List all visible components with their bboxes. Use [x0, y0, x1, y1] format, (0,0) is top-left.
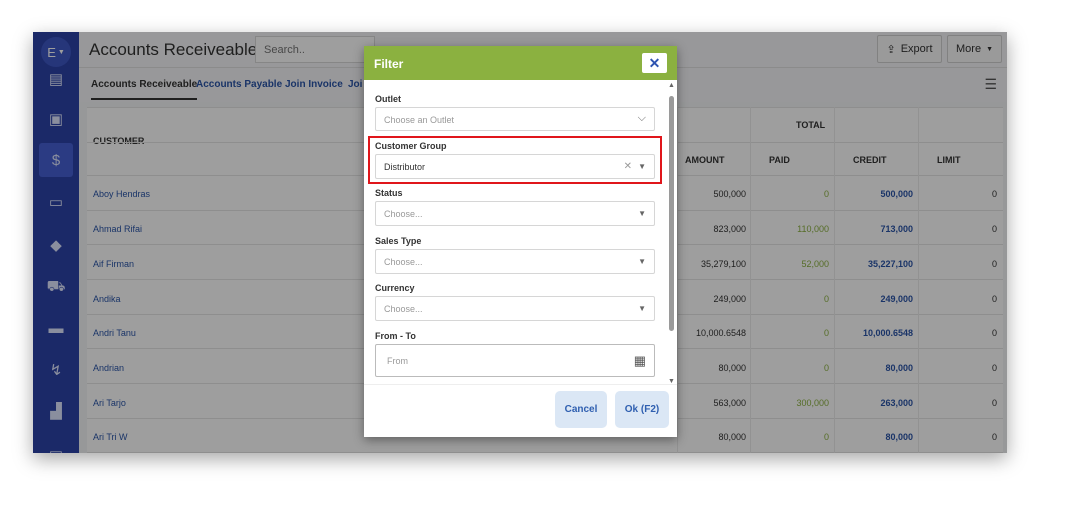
chevron-down-icon: ▼ — [638, 209, 646, 218]
customer-group-select[interactable]: Distributor ✕ ▼ — [375, 154, 655, 179]
modal-footer-divider — [364, 384, 677, 385]
calendar-icon[interactable]: ▦ — [634, 353, 646, 369]
scroll-up-icon[interactable]: ▲ — [668, 82, 675, 89]
customer-group-label: Customer Group — [375, 141, 447, 151]
scroll-thumb[interactable] — [669, 96, 674, 331]
ok-button[interactable]: Ok (F2) — [615, 391, 669, 428]
close-icon: ✕ — [648, 54, 661, 71]
sales-type-label: Sales Type — [375, 236, 422, 246]
chevron-down-icon: ⌵ — [637, 112, 646, 124]
chevron-down-icon: ▼ — [638, 162, 646, 171]
from-to-label: From - To — [375, 331, 416, 341]
outlet-label: Outlet — [375, 94, 401, 104]
modal-scrollbar[interactable]: ▲ ▼ — [668, 82, 675, 385]
status-label: Status — [375, 188, 403, 198]
filter-modal: Filter ✕ Outlet Choose an Outlet ⌵ Custo… — [364, 46, 677, 437]
cancel-button[interactable]: Cancel — [555, 391, 607, 428]
currency-select[interactable]: Choose... ▼ — [375, 296, 655, 321]
status-select[interactable]: Choose... ▼ — [375, 201, 655, 226]
outlet-select[interactable]: Choose an Outlet ⌵ — [375, 107, 655, 131]
close-button[interactable]: ✕ — [642, 53, 667, 73]
sales-type-select[interactable]: Choose... ▼ — [375, 249, 655, 274]
currency-label: Currency — [375, 283, 415, 293]
from-date-input[interactable]: From ▦ — [375, 344, 655, 377]
modal-title: Filter — [374, 57, 404, 71]
chevron-down-icon: ▼ — [638, 304, 646, 313]
clear-icon[interactable]: ✕ — [624, 161, 632, 172]
chevron-down-icon: ▼ — [638, 257, 646, 266]
modal-header: Filter ✕ — [364, 46, 677, 80]
